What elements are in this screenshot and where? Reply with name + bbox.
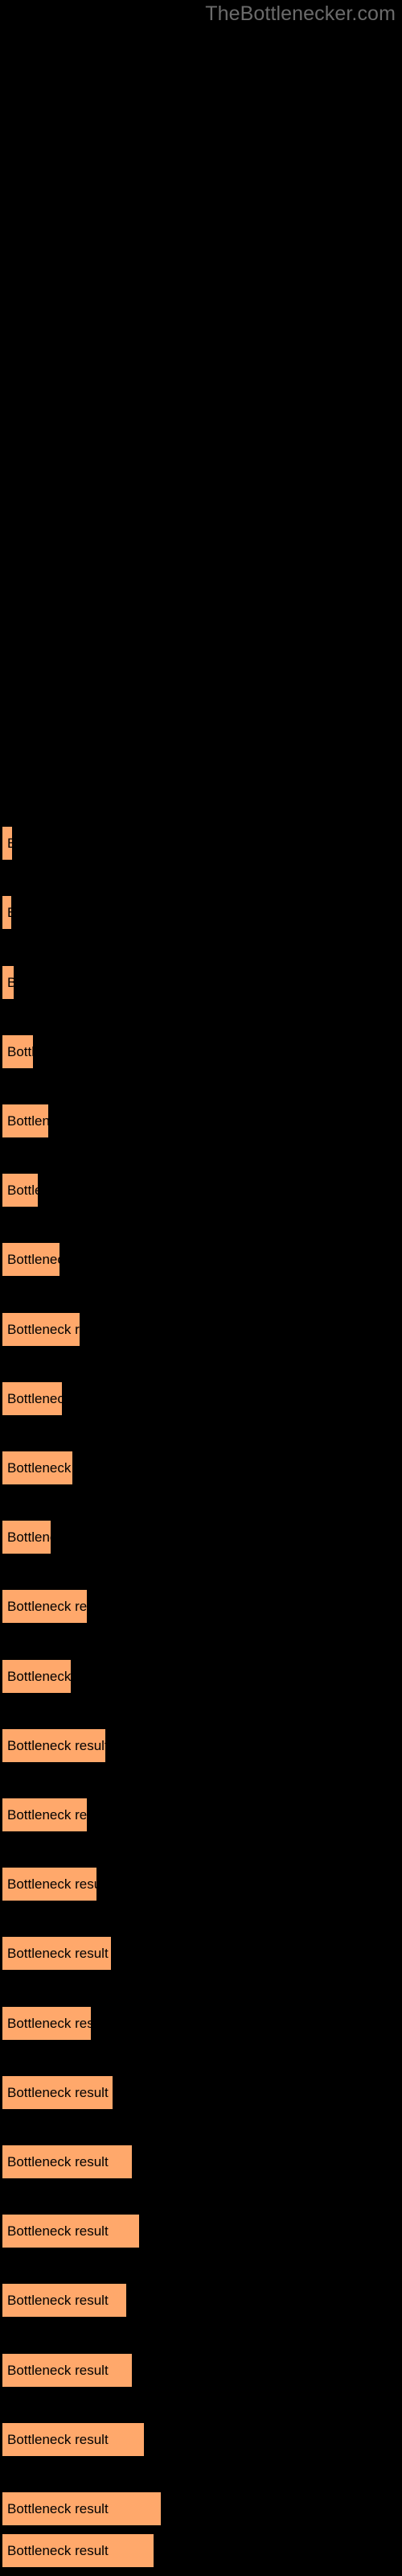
bar-label: Bottleneck result	[7, 2292, 109, 2308]
bar: Bottleneck result	[2, 2422, 145, 2457]
bar: Bottleneck result	[2, 2006, 92, 2041]
bar: Bottleneck result	[2, 1520, 51, 1554]
bar: Bottleneck result	[2, 895, 12, 930]
bar-label: Bottleneck result	[7, 1737, 106, 1753]
bar: Bottleneck result	[2, 1867, 97, 1901]
bar-label: Bottleneck result	[7, 975, 14, 991]
bar-label: Bottleneck result	[7, 2431, 109, 2447]
bar-label: Bottleneck result	[7, 1876, 96, 1892]
bar-label: Bottleneck result	[7, 905, 11, 921]
bar-label: Bottleneck result	[7, 1806, 88, 1823]
bar: Bottleneck result	[2, 1381, 63, 1416]
bar-label: Bottleneck result	[7, 1182, 38, 1198]
bar-label: Bottleneck result	[7, 1251, 59, 1267]
bottleneck-chart-root: TheBottlenecker.com Bottleneck resultBot…	[0, 0, 402, 2576]
bar-label: Bottleneck result	[7, 1668, 72, 1684]
bar: Bottleneck result	[2, 1936, 112, 1971]
bar-label: Bottleneck result	[7, 2542, 109, 2558]
bar-label: Bottleneck result	[7, 2223, 109, 2239]
bar: Bottleneck result	[2, 2075, 113, 2110]
bar: Bottleneck result	[2, 965, 14, 1000]
chart-plot-area: Bottleneck result Bottleneck result Bottle…	[0, 0, 402, 2576]
bar: Bottleneck result	[2, 1451, 73, 1485]
bar: Bottleneck result	[2, 1242, 60, 1277]
bar: Bottleneck result	[2, 2145, 133, 2179]
bar-label: Bottleneck result	[7, 1043, 34, 1059]
bar-label: Bottleneck result	[7, 2015, 91, 2031]
bar: Bottleneck result	[2, 2353, 133, 2388]
bar: Bottleneck result	[2, 1589, 88, 1624]
bar: Bottleneck result	[2, 1728, 106, 1763]
bar-label: Bottleneck result	[7, 1945, 109, 1961]
bar-label: Bottleneck result	[7, 1390, 62, 1406]
bar-label: Bottleneck result	[7, 1321, 80, 1337]
bar: Bottleneck result	[2, 2533, 154, 2568]
bar: Bottleneck result	[2, 2491, 162, 2526]
bar: Bottleneck result	[2, 1659, 72, 1694]
bar-label: Bottleneck result	[7, 1459, 72, 1476]
bar: Bottleneck result	[2, 757, 3, 791]
bar-label: Bottleneck result	[7, 2153, 109, 2169]
bar-label: Bottleneck result	[7, 1529, 51, 1545]
bar-label: Bottleneck result	[7, 2362, 109, 2378]
bar-label: Bottleneck result	[7, 2084, 109, 2100]
bar-label: Bottleneck result	[7, 2500, 109, 2516]
bar-label: Bottleneck result	[7, 1113, 49, 1129]
bar: Bottleneck result	[2, 1104, 49, 1138]
bar-label: Bottleneck result	[7, 836, 12, 852]
bar: Bottleneck result	[2, 2214, 140, 2248]
bar: Bottleneck result	[2, 1798, 88, 1832]
bar-label: Bottleneck result	[7, 1598, 88, 1614]
bar: Bottleneck result	[2, 1312, 80, 1347]
bar: Bottleneck result	[2, 1173, 39, 1208]
bar: Bottleneck result	[2, 826, 13, 861]
bar: Bottleneck result	[2, 2283, 127, 2318]
bar: Bottleneck result	[2, 1034, 34, 1069]
